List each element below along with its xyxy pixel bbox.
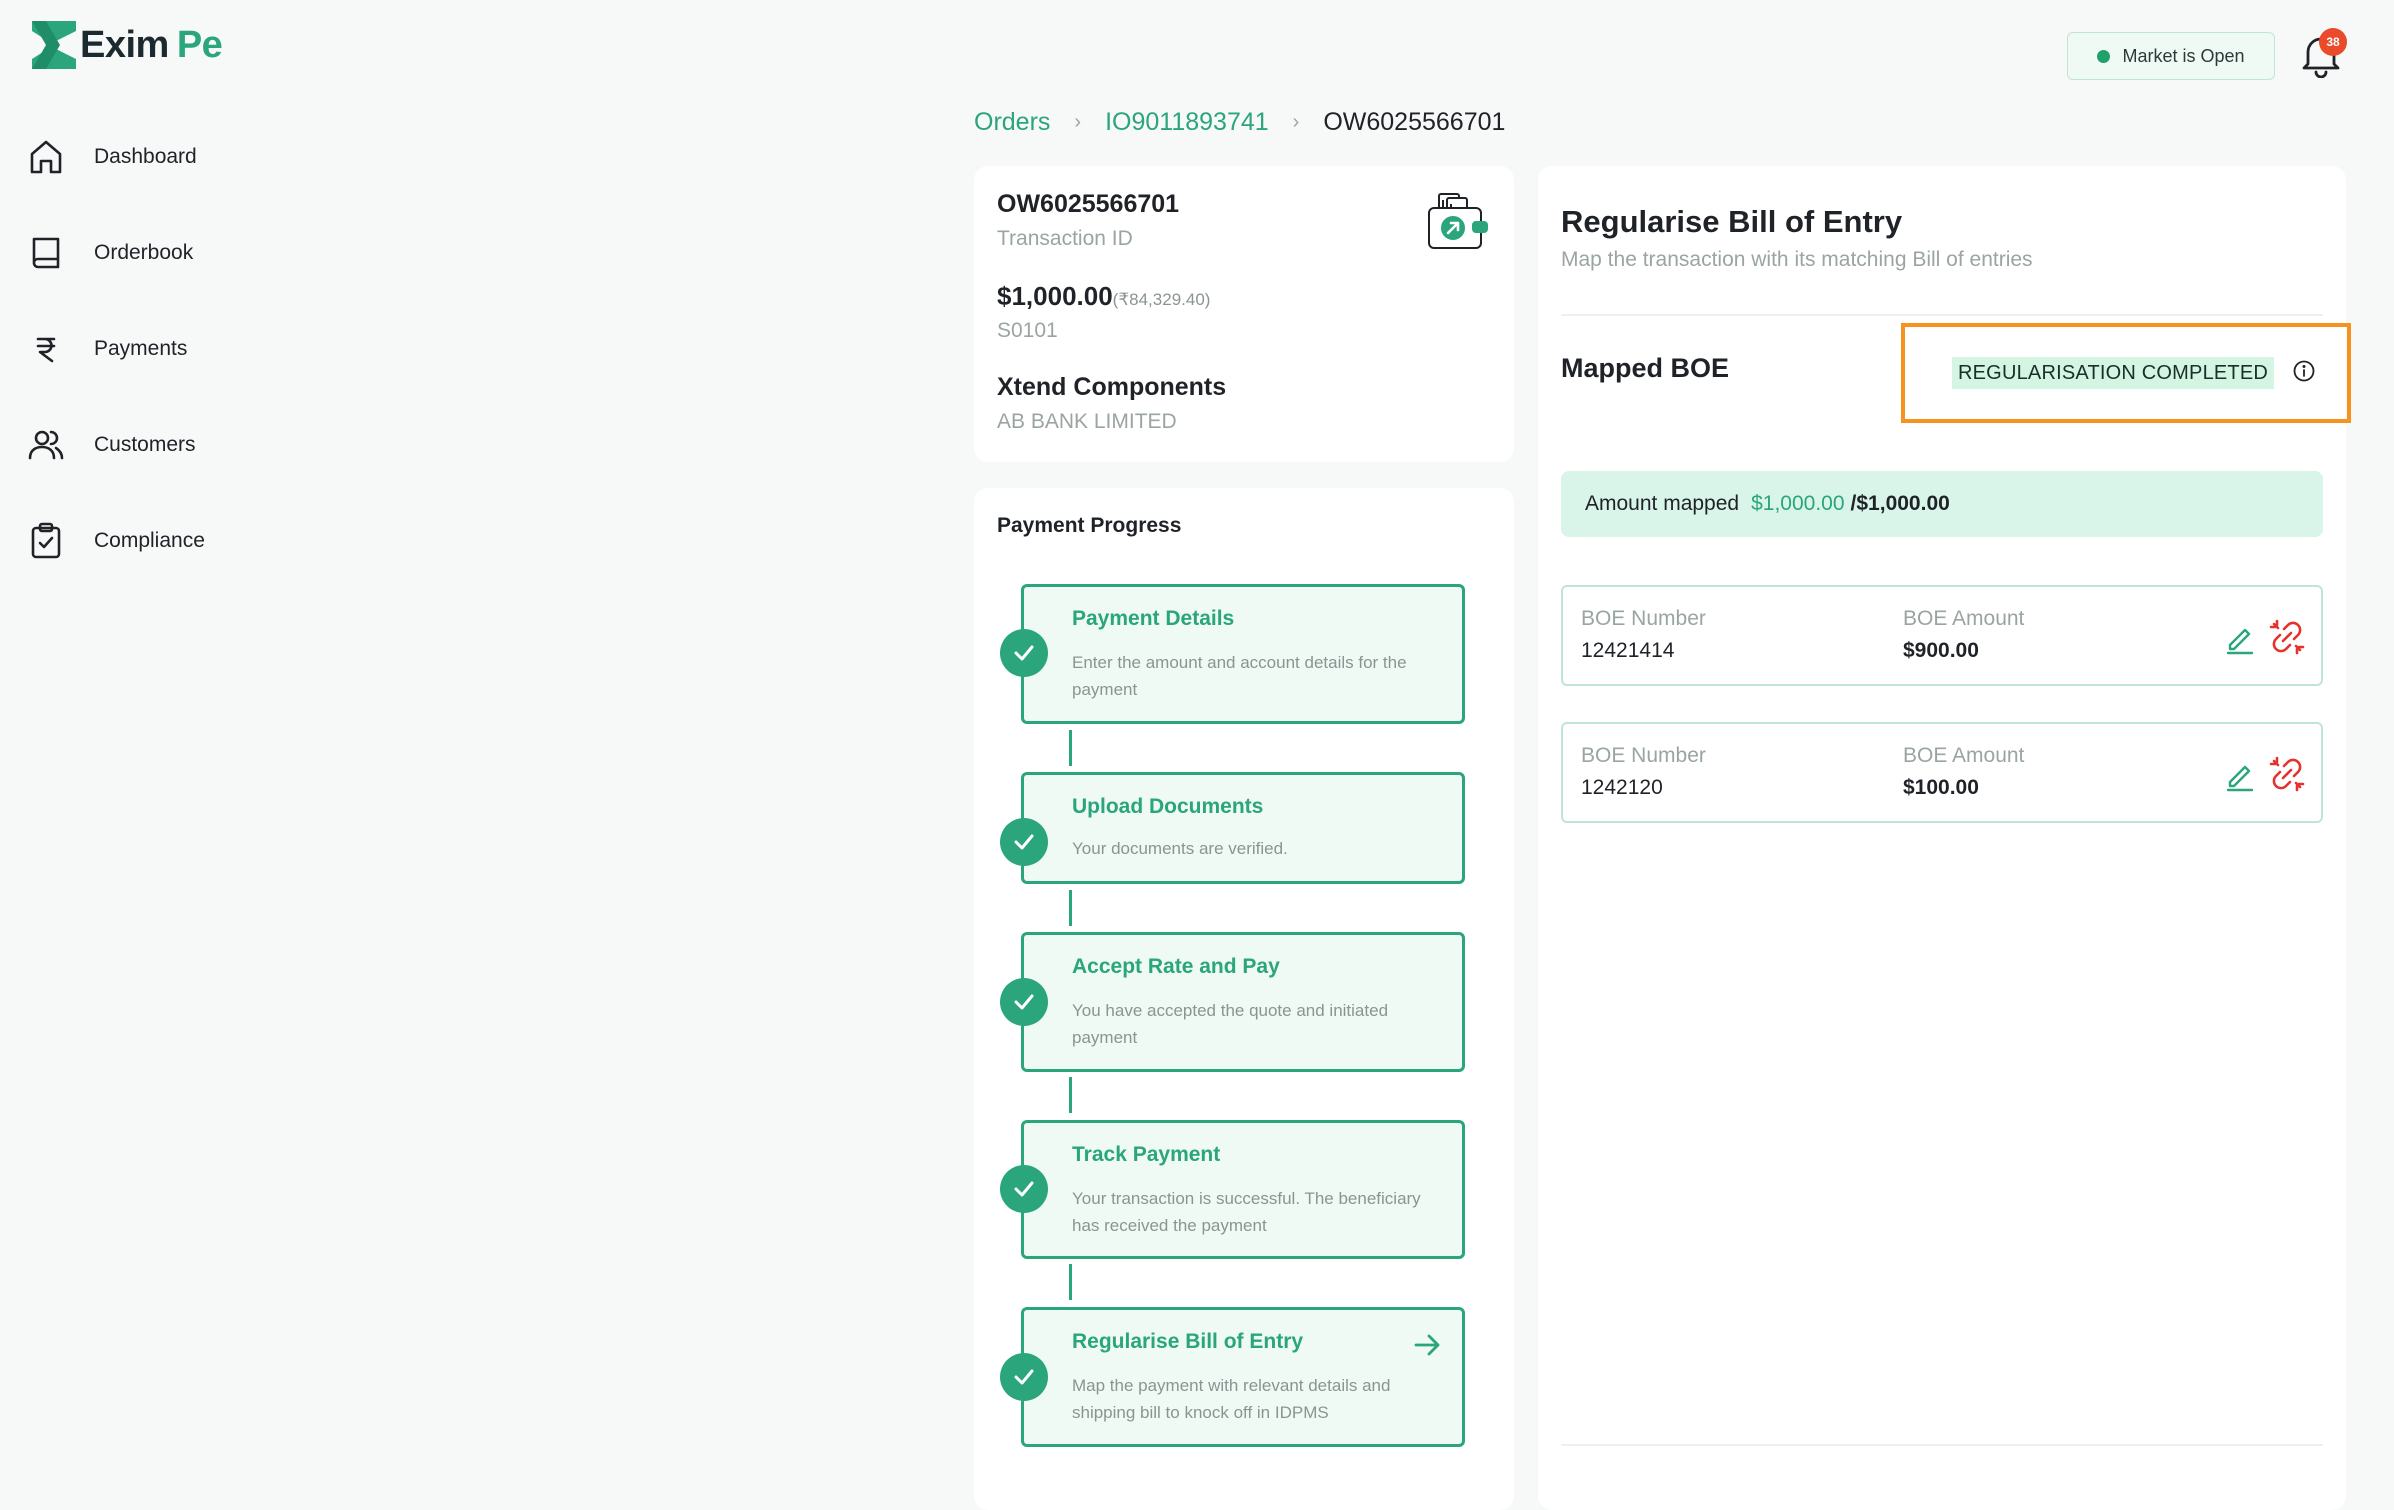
transaction-amount-inr: (₹84,329.40): [1112, 290, 1211, 309]
market-status-text: Market is Open: [2122, 45, 2245, 66]
info-icon[interactable]: [2292, 359, 2316, 383]
check-circle-icon: [1000, 1165, 1048, 1213]
amount-mapped-label: Amount mapped: [1585, 492, 1740, 515]
breadcrumb-current: OW6025566701: [1323, 107, 1506, 136]
brand-name-part1: Exim: [80, 23, 169, 66]
step-title: Track Payment: [1072, 1143, 1221, 1166]
transaction-id: OW6025566701: [997, 190, 1180, 218]
progress-step-regularise-boe[interactable]: Regularise Bill of Entry Map the payment…: [1021, 1307, 1465, 1447]
eximpe-logo-icon: [32, 21, 76, 69]
divider: [1561, 1444, 2323, 1446]
sidebar-item-label: Orderbook: [94, 241, 194, 264]
status-badge: REGULARISATION COMPLETED: [1952, 357, 2275, 389]
chevron-right-icon: ›: [1292, 110, 1300, 133]
step-title: Regularise Bill of Entry: [1072, 1330, 1304, 1353]
step-title: Accept Rate and Pay: [1072, 955, 1280, 978]
payment-progress-title: Payment Progress: [997, 514, 1182, 537]
step-connector: [1069, 1077, 1072, 1113]
breadcrumb: Orders › IO9011893741 › OW6025566701: [974, 106, 1505, 138]
clipboard-check-icon: [31, 522, 61, 559]
boe-entry-card: BOE Number 1242120 BOE Amount $100.00: [1561, 722, 2323, 823]
unlink-icon[interactable]: [2269, 619, 2305, 655]
check-circle-icon: [1000, 818, 1048, 866]
step-description: Map the payment with relevant details an…: [1072, 1376, 1391, 1422]
step-description: Your transaction is successful. The bene…: [1072, 1189, 1421, 1235]
progress-step-accept-rate[interactable]: Accept Rate and Pay You have accepted th…: [1021, 932, 1465, 1072]
edit-pencil-icon[interactable]: [2223, 758, 2257, 792]
boe-amount-label: BOE Amount: [1903, 744, 2025, 767]
progress-step-track-payment[interactable]: Track Payment Your transaction is succes…: [1021, 1120, 1465, 1259]
check-circle-icon: [1000, 1353, 1048, 1401]
home-icon: [30, 140, 62, 174]
boe-number-value: 1242120: [1581, 776, 1663, 799]
boe-number-label: BOE Number: [1581, 607, 1706, 630]
amount-mapped-bar: Amount mapped $1,000.00 /$1,000.00: [1561, 471, 2323, 537]
status-dot-icon: [2097, 49, 2111, 63]
progress-step-upload-documents[interactable]: Upload Documents Your documents are veri…: [1021, 772, 1465, 884]
amount-mapped-total: /$1,000.00: [1850, 492, 1950, 515]
sidebar-item-customers[interactable]: Customers: [26, 420, 196, 470]
boe-panel-title: Regularise Bill of Entry: [1561, 204, 1903, 239]
boe-amount-label: BOE Amount: [1903, 607, 2025, 630]
unlink-icon[interactable]: [2269, 756, 2305, 792]
arrow-right-icon[interactable]: [1412, 1330, 1442, 1360]
step-connector: [1069, 1264, 1072, 1300]
sidebar-item-payments[interactable]: Payments: [26, 324, 187, 374]
market-status-pill: Market is Open: [2067, 32, 2275, 80]
transaction-bank: AB BANK LIMITED: [997, 410, 1177, 433]
check-circle-icon: [1000, 629, 1048, 677]
step-description: Your documents are verified.: [1072, 839, 1288, 858]
app-logo[interactable]: Exim Pe: [32, 20, 223, 70]
transaction-amount: $1,000.00(₹84,329.40): [997, 281, 1210, 312]
brand-name-part2: Pe: [176, 23, 223, 66]
rupee-icon: [36, 337, 56, 363]
boe-amount-value: $100.00: [1903, 776, 1979, 799]
sidebar-item-compliance[interactable]: Compliance: [26, 516, 205, 566]
transaction-id-label: Transaction ID: [997, 227, 1133, 250]
edit-pencil-icon[interactable]: [2223, 621, 2257, 655]
breadcrumb-orders[interactable]: Orders: [974, 108, 1050, 137]
sidebar-item-label: Customers: [94, 433, 196, 456]
check-circle-icon: [1000, 978, 1048, 1026]
sidebar-item-label: Dashboard: [94, 145, 197, 168]
progress-step-payment-details[interactable]: Payment Details Enter the amount and acc…: [1021, 584, 1465, 724]
sidebar-item-dashboard[interactable]: Dashboard: [26, 132, 197, 182]
outward-wallet-icon: [1428, 193, 1488, 249]
step-description: Enter the amount and account details for…: [1072, 653, 1407, 699]
chevron-right-icon: ›: [1074, 110, 1082, 133]
step-connector: [1069, 730, 1072, 766]
transaction-code: S0101: [997, 319, 1058, 342]
boe-amount-value: $900.00: [1903, 639, 1979, 662]
amount-mapped-value: $1,000.00: [1751, 492, 1845, 515]
breadcrumb-order-id[interactable]: IO9011893741: [1105, 108, 1269, 137]
brand-name: Exim Pe: [80, 23, 223, 67]
book-icon: [32, 237, 60, 269]
step-title: Upload Documents: [1072, 795, 1264, 818]
mapped-boe-title: Mapped BOE: [1561, 353, 1730, 383]
sidebar-item-label: Compliance: [94, 529, 205, 552]
step-connector: [1069, 890, 1072, 926]
transaction-amount-usd: $1,000.00: [997, 281, 1113, 311]
divider: [1561, 314, 2323, 316]
boe-number-label: BOE Number: [1581, 744, 1706, 767]
boe-entry-card: BOE Number 12421414 BOE Amount $900.00: [1561, 585, 2323, 686]
boe-number-value: 12421414: [1581, 639, 1675, 662]
sidebar-item-label: Payments: [94, 337, 188, 360]
step-description: You have accepted the quote and initiate…: [1072, 1001, 1389, 1047]
notification-badge: 38: [2319, 28, 2347, 56]
transaction-party: Xtend Components: [997, 373, 1227, 401]
step-title: Payment Details: [1072, 607, 1235, 630]
users-icon: [28, 430, 64, 460]
boe-panel-subtitle: Map the transaction with its matching Bi…: [1561, 248, 2033, 271]
sidebar-item-orderbook[interactable]: Orderbook: [26, 228, 193, 278]
